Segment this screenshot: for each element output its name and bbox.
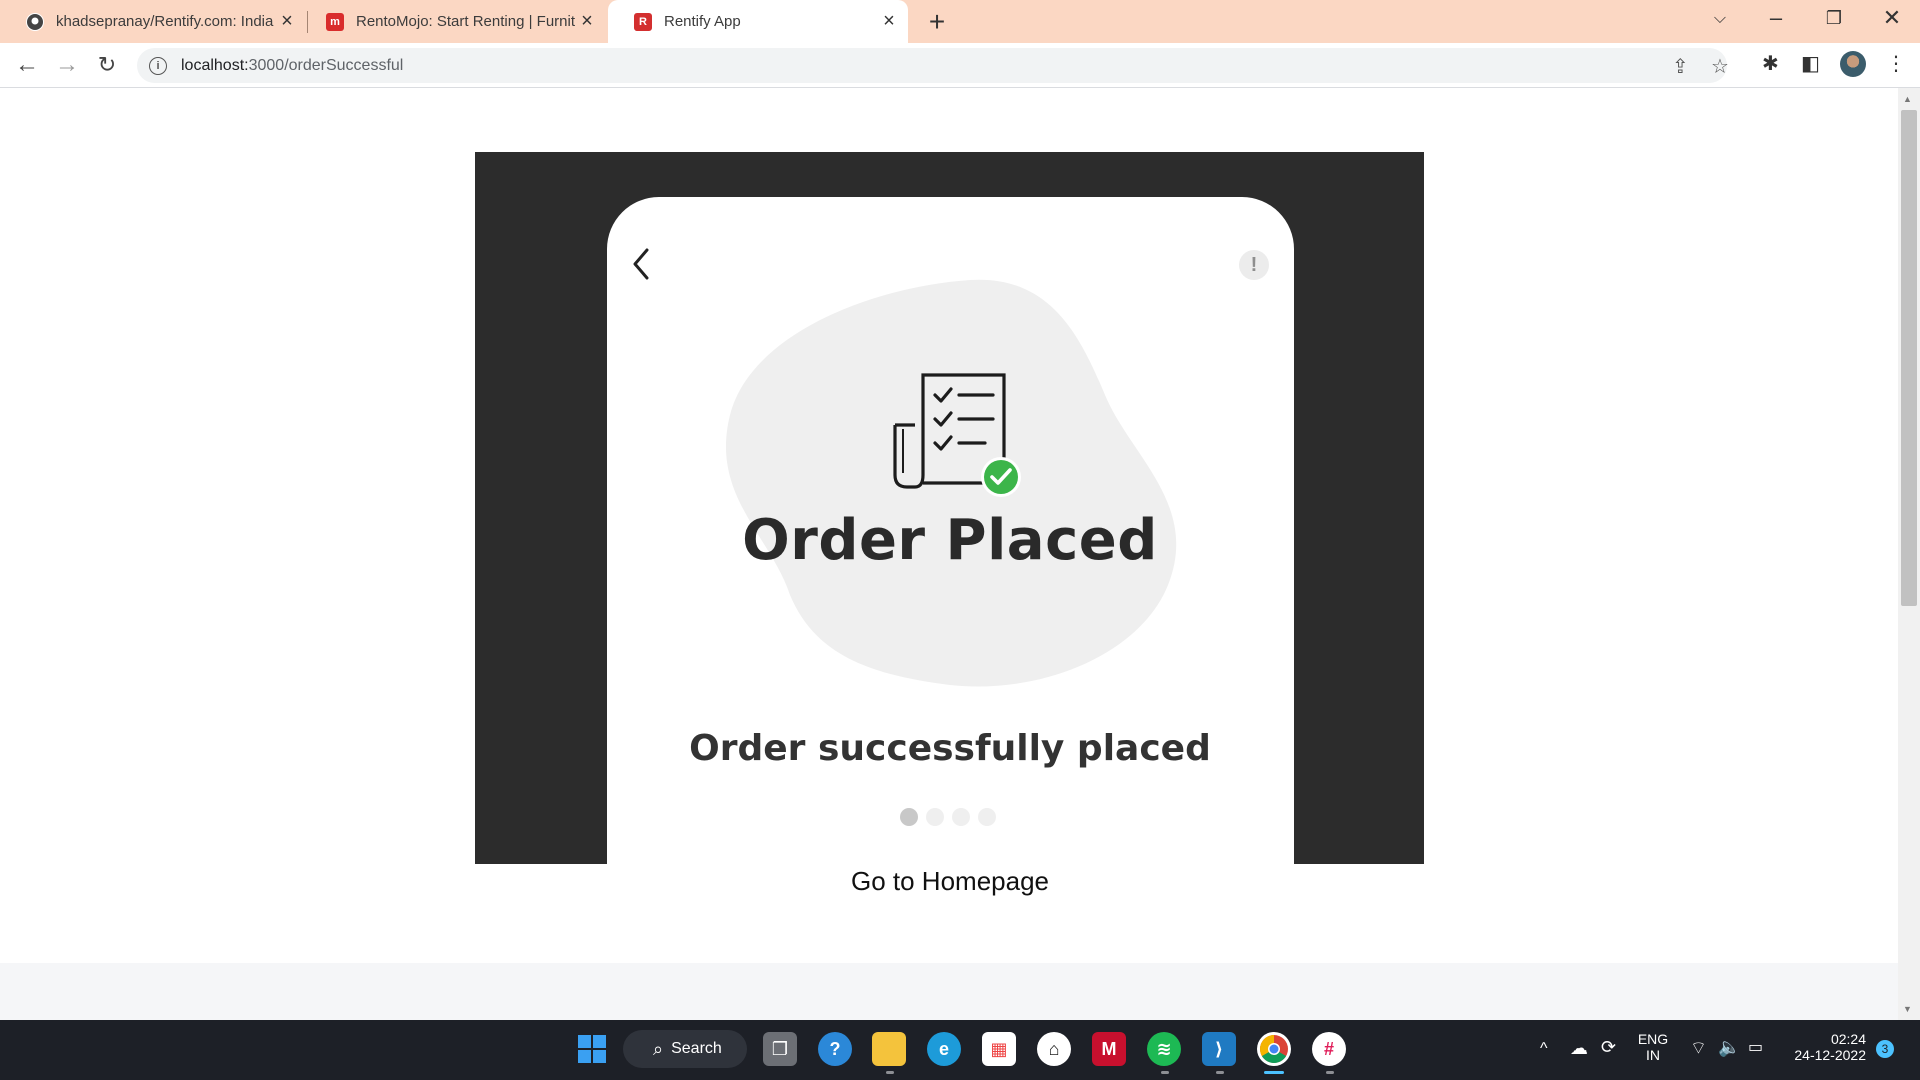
github-icon: [26, 12, 44, 31]
volume-icon[interactable]: 🔈: [1718, 1037, 1740, 1058]
notification-badge[interactable]: 3: [1876, 1040, 1894, 1058]
scrollbar-thumb[interactable]: [1901, 110, 1917, 606]
windows-start-icon[interactable]: [575, 1032, 609, 1066]
search-label: Search: [671, 1040, 722, 1057]
profile-avatar[interactable]: [1840, 51, 1866, 77]
menu-icon[interactable]: ⋮: [1886, 51, 1906, 76]
close-tab-icon[interactable]: ×: [576, 10, 598, 33]
back-arrow-icon[interactable]: ←: [11, 49, 43, 81]
carousel-dot[interactable]: [926, 808, 944, 826]
browser-tab-strip: khadsepranay/Rentify.com: India × m Rent…: [0, 0, 1920, 43]
back-chevron-icon[interactable]: [627, 245, 657, 283]
scroll-up-icon[interactable]: ▲: [1903, 94, 1912, 104]
active-app-indicator: [1264, 1071, 1284, 1074]
running-indicator: [1216, 1071, 1224, 1074]
tab-search-icon[interactable]: ⌵: [1700, 10, 1740, 28]
taskbar-search-button[interactable]: ⌕ Search: [623, 1030, 747, 1068]
language-indicator[interactable]: ENG IN: [1636, 1031, 1670, 1063]
battery-icon[interactable]: ▭: [1748, 1037, 1763, 1057]
spotify-icon[interactable]: ≋: [1147, 1032, 1181, 1066]
go-to-homepage-link[interactable]: Go to Homepage: [750, 866, 1150, 897]
minimize-icon[interactable]: –: [1756, 5, 1796, 31]
wifi-icon[interactable]: ⌔: [1690, 1037, 1707, 1060]
tray-chevron-icon[interactable]: ^: [1540, 1040, 1548, 1058]
bookmark-star-icon[interactable]: ☆: [1711, 54, 1729, 79]
clock[interactable]: 02:24 24-12-2022: [1786, 1031, 1866, 1063]
info-alert-icon[interactable]: !: [1239, 250, 1269, 280]
tab-title: khadsepranay/Rentify.com: India: [56, 13, 274, 30]
scroll-down-icon[interactable]: ▼: [1903, 1004, 1912, 1014]
carousel-dot[interactable]: [952, 808, 970, 826]
share-icon[interactable]: ⇪: [1672, 54, 1689, 79]
search-icon: ⌕: [653, 1038, 664, 1059]
tab-title: RentoMojo: Start Renting | Furnit: [356, 13, 575, 30]
carousel-dot[interactable]: [978, 808, 996, 826]
new-tab-button[interactable]: +: [922, 6, 952, 38]
mcafee-icon[interactable]: M: [1092, 1032, 1126, 1066]
slack-icon[interactable]: #: [1312, 1032, 1346, 1066]
reload-icon[interactable]: ↻: [91, 49, 123, 81]
rentomojo-icon: m: [326, 12, 344, 31]
tab-rentomojo[interactable]: m RentoMojo: Start Renting | Furnit ×: [300, 0, 606, 43]
site-info-icon[interactable]: i: [149, 56, 167, 75]
close-tab-icon[interactable]: ×: [878, 10, 900, 33]
tab-rentify[interactable]: R Rentify App ×: [608, 0, 908, 43]
carousel-indicator: [900, 808, 996, 826]
extensions-icon[interactable]: ✱: [1762, 51, 1779, 76]
side-panel-icon[interactable]: ◧: [1801, 51, 1820, 76]
order-placed-heading: Order Placed: [742, 508, 1158, 573]
close-tab-icon[interactable]: ×: [276, 10, 298, 33]
running-indicator: [1326, 1071, 1334, 1074]
rentify-icon: R: [634, 12, 652, 31]
task-view-icon[interactable]: ❐: [763, 1032, 797, 1066]
running-indicator: [1161, 1071, 1169, 1074]
tab-github[interactable]: khadsepranay/Rentify.com: India ×: [0, 0, 306, 43]
file-explorer-icon[interactable]: [872, 1032, 906, 1066]
sync-icon[interactable]: ⟳: [1601, 1037, 1616, 1058]
tab-title: Rentify App: [664, 13, 741, 30]
forward-arrow-icon[interactable]: →: [51, 49, 83, 81]
address-bar[interactable]: i localhost:3000/orderSuccessful ⇪ ☆: [137, 48, 1729, 83]
url-text: localhost:3000/orderSuccessful: [181, 56, 404, 74]
carousel-dot[interactable]: [900, 808, 918, 826]
browser-toolbar: ← → ↻ i localhost:3000/orderSuccessful ⇪…: [0, 43, 1920, 88]
running-indicator: [886, 1071, 894, 1074]
help-icon[interactable]: ?: [818, 1032, 852, 1066]
app-icon[interactable]: ⌂: [1037, 1032, 1071, 1066]
vscode-icon[interactable]: ⟩: [1202, 1032, 1236, 1066]
chrome-icon[interactable]: [1257, 1032, 1291, 1066]
edge-browser-icon[interactable]: e: [927, 1032, 961, 1066]
restore-icon[interactable]: ❐: [1814, 8, 1854, 29]
order-checklist-icon: [893, 373, 1021, 497]
close-window-icon[interactable]: ✕: [1872, 5, 1912, 31]
order-success-message: Order successfully placed: [689, 728, 1211, 769]
microsoft-store-icon[interactable]: ▦: [982, 1032, 1016, 1066]
page-footer: [0, 963, 1898, 1020]
onedrive-icon[interactable]: ☁: [1570, 1038, 1588, 1059]
